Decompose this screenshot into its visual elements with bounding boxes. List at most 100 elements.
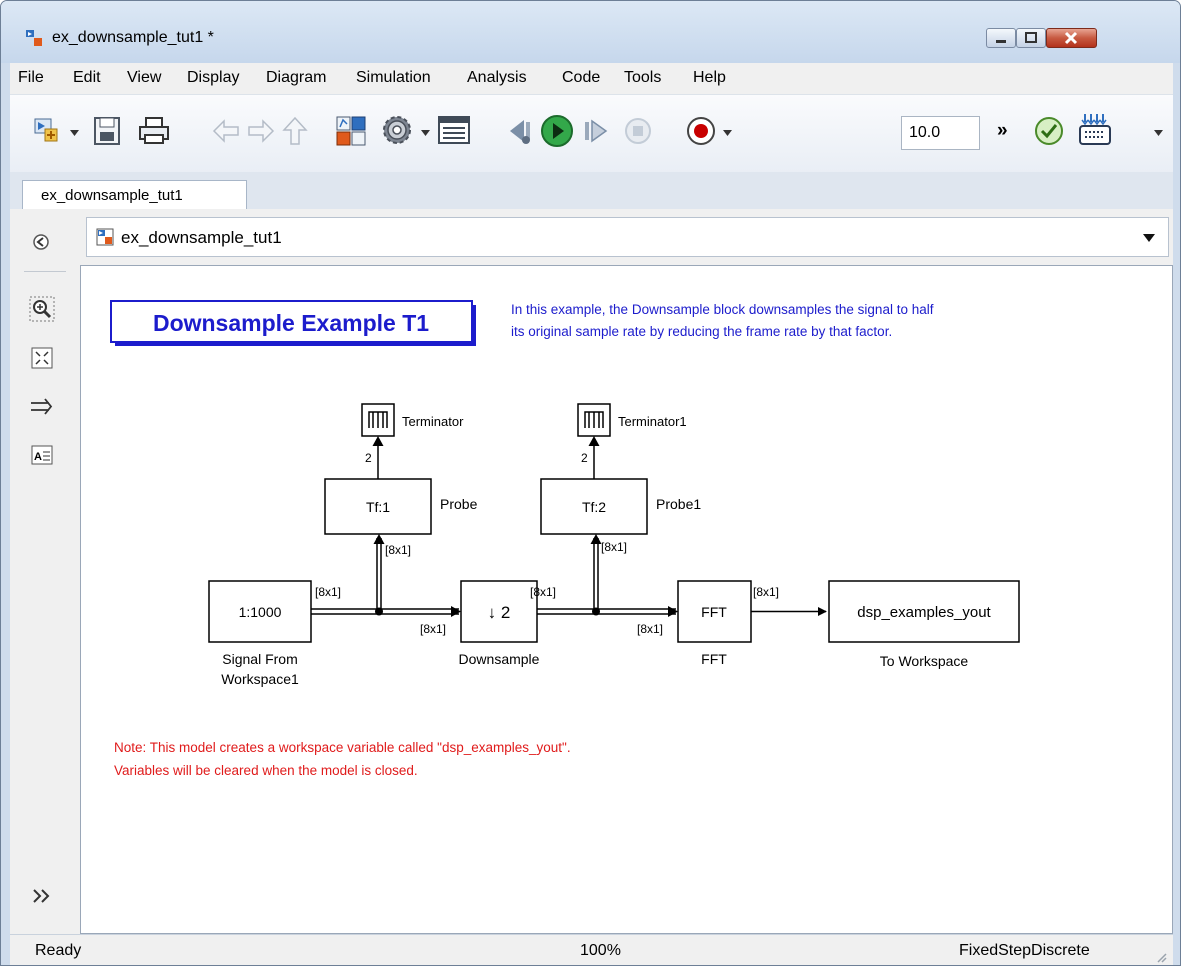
zoom-level: 100%: [580, 942, 621, 959]
menu-analysis[interactable]: Analysis: [467, 69, 527, 87]
step-back-icon[interactable]: [504, 116, 534, 146]
back-arrow-icon[interactable]: [211, 117, 241, 145]
menu-view[interactable]: View: [127, 69, 161, 87]
stop-time-input[interactable]: 10.0: [901, 116, 980, 150]
note-line-1: Note: This model creates a workspace var…: [114, 740, 571, 755]
left-palette: A: [10, 209, 80, 934]
fft-block-text: FFT: [701, 604, 727, 620]
downsample-block-text: ↓ 2: [488, 603, 511, 622]
toolbar-overflow-button[interactable]: »: [997, 120, 1008, 142]
tab-bar: ex_downsample_tut1: [10, 172, 1173, 210]
model-icon: [96, 228, 114, 246]
source-label-line-2: Workspace1: [221, 671, 299, 687]
probe-block-text: Tf:1: [366, 499, 390, 515]
signal-dim-label: 2: [365, 451, 372, 465]
sink-label: To Workspace: [880, 653, 969, 669]
model-advisor-check-icon[interactable]: [1033, 115, 1065, 147]
new-dropdown-icon[interactable]: [69, 128, 81, 138]
path-dropdown-icon[interactable]: [1142, 233, 1156, 243]
signal-dim-label: [8x1]: [530, 585, 556, 599]
menu-file[interactable]: File: [18, 69, 44, 87]
menu-tools[interactable]: Tools: [624, 69, 661, 87]
minimize-icon: [996, 40, 1006, 43]
toolbar: 10.0 »: [10, 94, 1173, 173]
hide-explorer-icon[interactable]: [31, 232, 51, 252]
build-model-icon[interactable]: [1078, 112, 1116, 150]
status-text: Ready: [35, 942, 82, 959]
tab-ex-downsample-tut1[interactable]: ex_downsample_tut1: [22, 180, 247, 209]
status-bar: Ready 100% FixedStepDiscrete: [10, 934, 1173, 965]
close-button[interactable]: [1046, 28, 1097, 48]
description-line-2: its original sample rate by reducing the…: [511, 324, 892, 339]
model-path-breadcrumb[interactable]: ex_downsample_tut1: [86, 217, 1169, 257]
record-dropdown-icon[interactable]: [722, 128, 734, 138]
simulink-model-icon: [26, 30, 42, 46]
menu-display[interactable]: Display: [187, 69, 239, 87]
downsample-label: Downsample: [459, 651, 540, 667]
route-lines-icon[interactable]: [29, 397, 55, 417]
close-icon: [1064, 31, 1078, 45]
resize-grip-icon[interactable]: [1155, 951, 1167, 963]
model-explorer-icon[interactable]: [437, 115, 471, 145]
menu-simulation[interactable]: Simulation: [356, 69, 431, 87]
print-icon[interactable]: [137, 115, 171, 147]
step-forward-icon[interactable]: [582, 116, 610, 146]
palette-divider: [24, 271, 66, 272]
signal-dim-label: [8x1]: [601, 540, 627, 554]
note-line-2: Variables will be cleared when the model…: [114, 763, 418, 778]
up-arrow-icon[interactable]: [281, 115, 309, 147]
settings-dropdown-icon[interactable]: [420, 128, 432, 138]
build-dropdown-icon[interactable]: [1153, 128, 1165, 138]
signal-dim-label: [8x1]: [420, 622, 446, 636]
terminator1-label: Terminator1: [618, 414, 687, 429]
new-model-icon[interactable]: [33, 117, 67, 149]
diagram-canvas[interactable]: Downsample Example T1 In this example, t…: [80, 265, 1173, 934]
maximize-button[interactable]: [1016, 28, 1046, 48]
signal-dim-label: [8x1]: [753, 585, 779, 599]
minimize-button[interactable]: [986, 28, 1016, 48]
source-label-line-1: Signal From: [222, 651, 297, 667]
block-diagram: Downsample Example T1 In this example, t…: [110, 300, 1020, 778]
solver-name[interactable]: FixedStepDiscrete: [959, 942, 1090, 960]
signal-dim-label: [8x1]: [315, 585, 341, 599]
signal-dim-label: [8x1]: [385, 543, 411, 557]
annotation-icon[interactable]: A: [31, 445, 53, 465]
record-icon[interactable]: [685, 115, 717, 147]
window-title: ex_downsample_tut1 *: [52, 29, 214, 46]
signal-dim-label: 2: [581, 451, 588, 465]
probe1-block-text: Tf:2: [582, 499, 606, 515]
stop-icon[interactable]: [623, 116, 653, 146]
branch-point-1: [592, 607, 600, 616]
probe1-label: Probe1: [656, 496, 701, 512]
menu-diagram[interactable]: Diagram: [266, 69, 326, 87]
expand-palette-icon[interactable]: [30, 887, 54, 905]
app-window: ex_downsample_tut1 * File Edit View Disp…: [0, 0, 1181, 966]
run-button-icon[interactable]: [540, 114, 574, 148]
zoom-in-icon[interactable]: [29, 296, 55, 322]
model-path-text: ex_downsample_tut1: [121, 228, 282, 247]
menu-help[interactable]: Help: [693, 69, 726, 87]
save-icon[interactable]: [92, 115, 122, 147]
library-browser-icon[interactable]: [335, 115, 367, 147]
title-annotation[interactable]: Downsample Example T1: [110, 300, 476, 346]
svg-text:A: A: [34, 451, 42, 463]
sink-block-text: dsp_examples_yout: [857, 604, 991, 621]
menu-bar: File Edit View Display Diagram Simulatio…: [10, 63, 1173, 94]
probe-label: Probe: [440, 496, 478, 512]
menu-edit[interactable]: Edit: [73, 69, 101, 87]
forward-arrow-icon[interactable]: [246, 117, 276, 145]
terminator-label: Terminator: [402, 414, 464, 429]
terminator-block[interactable]: [361, 403, 395, 437]
terminator1-block[interactable]: [577, 403, 611, 437]
branch-point: [375, 607, 383, 616]
model-settings-gear-icon[interactable]: [380, 113, 414, 147]
title-bar: ex_downsample_tut1 *: [1, 1, 1180, 63]
menu-code[interactable]: Code: [562, 69, 600, 87]
maximize-icon: [1025, 32, 1037, 43]
fit-to-view-icon[interactable]: [31, 347, 53, 369]
description-line-1: In this example, the Downsample block do…: [511, 302, 934, 317]
source-block-text: 1:1000: [239, 604, 282, 620]
signal-dim-label: [8x1]: [637, 622, 663, 636]
fft-label: FFT: [701, 651, 727, 667]
address-bar: ex_downsample_tut1: [80, 209, 1173, 265]
